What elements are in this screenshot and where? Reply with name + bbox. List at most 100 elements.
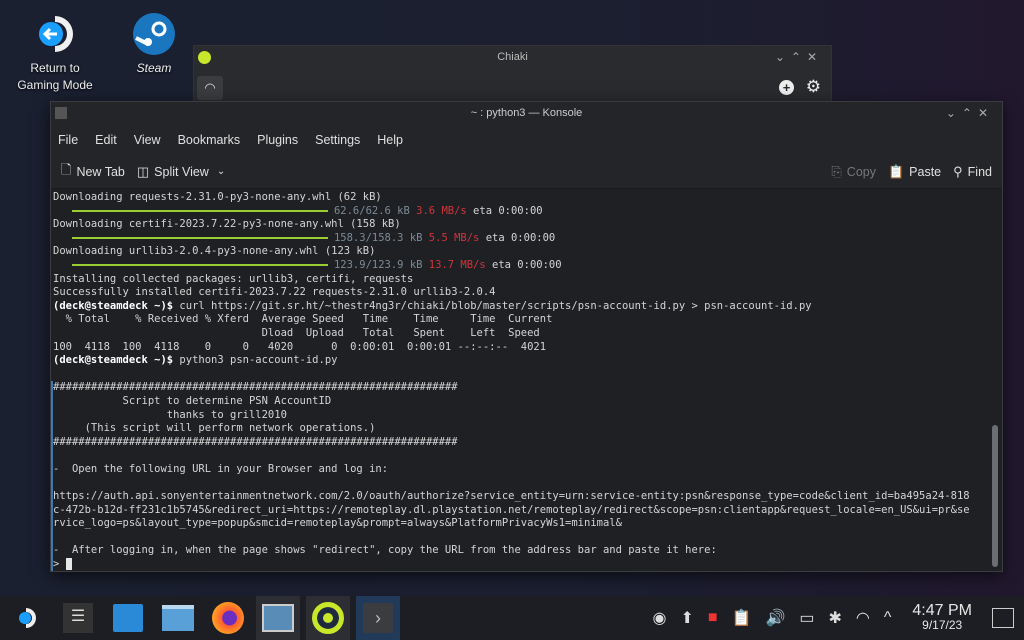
terminal-text: https://auth.api.sonyentertainmentnetwor…	[53, 490, 970, 503]
menu-settings[interactable]: Settings	[315, 133, 360, 147]
firefox-icon[interactable]	[206, 596, 250, 640]
terminal-line: ########################################…	[53, 436, 988, 450]
shell-prompt: (deck@steamdeck ~)$	[53, 354, 174, 367]
terminal-text: 123.9/123.9 kB	[333, 258, 429, 271]
paste-label: Paste	[909, 164, 942, 179]
window-title: ~ : python3 — Konsole	[470, 107, 583, 119]
terminal-line: (deck@steamdeck ~)$ curl https://git.sr.…	[53, 300, 988, 314]
chiaki-icon[interactable]	[306, 596, 350, 640]
terminal-line: % Total % Received % Xferd Average Speed…	[53, 313, 988, 327]
paste-button[interactable]: 📋 Paste	[888, 164, 941, 180]
terminal-text: eta 0:00:00	[485, 258, 562, 271]
steamos-menu-icon[interactable]	[6, 596, 50, 640]
clipboard-icon[interactable]: 📋	[732, 608, 752, 628]
shell-prompt: (deck@steamdeck ~)$	[53, 299, 174, 312]
terminal-line: 100 4118 100 4118 0 0 4020 0 0:00:01 0:0…	[53, 341, 988, 355]
terminal-line: Script to determine PSN AccountID	[53, 395, 988, 409]
menu-plugins[interactable]: Plugins	[257, 133, 298, 147]
add-host-icon[interactable]: +	[779, 80, 794, 95]
terminal-text: ########################################…	[53, 381, 458, 394]
settings-gear-icon[interactable]: ⚙	[806, 77, 821, 97]
terminal-text: Downloading certifi-2023.7.22-py3-none-a…	[53, 218, 401, 231]
scrollbar-thumb[interactable]	[992, 425, 998, 567]
terminal-text: eta 0:00:00	[479, 231, 556, 244]
terminal-line: c-472b-b12d-ff231c1b5745&redirect_uri=ht…	[53, 504, 988, 518]
terminal-output[interactable]: Downloading requests-2.31.0-py3-none-any…	[51, 189, 988, 571]
new-tab-button[interactable]: 🗋 New Tab	[61, 161, 125, 183]
file-manager-icon[interactable]	[156, 596, 200, 640]
split-view-label: Split View	[154, 164, 209, 179]
terminal-line: Dload Upload Total Spent Left Speed	[53, 327, 988, 341]
clock-time: 4:47 PM	[912, 602, 972, 619]
terminal-text: eta 0:00:00	[466, 204, 543, 217]
terminal-line: >	[53, 558, 988, 572]
chevron-down-icon: ⌄	[216, 166, 226, 177]
menu-edit[interactable]: Edit	[95, 133, 117, 147]
title-bar[interactable]: ~ : python3 — Konsole ⌄⌃✕	[51, 102, 1002, 125]
terminal-line: https://auth.api.sonyentertainmentnetwor…	[53, 490, 988, 504]
taskbar: ☰ › ◉ ⬆ ■ 📋 🔊 ▭ ✱ ◠ ^ 4:47 PM 9/17/23	[0, 596, 1024, 640]
window-controls[interactable]: ⌄⌃✕	[775, 50, 823, 64]
update-icon[interactable]: ⬆	[680, 608, 693, 628]
steam-icon	[132, 12, 176, 56]
download-progress-bar	[71, 209, 328, 212]
konsole-app-icon	[55, 107, 67, 119]
terminal-text: Downloading urllib3-2.0.4-py3-none-any.w…	[53, 245, 376, 258]
discover-store-icon[interactable]	[106, 596, 150, 640]
screen-record-icon[interactable]: ■	[708, 609, 718, 627]
steam-tray-icon[interactable]: ◉	[653, 608, 667, 628]
window-controls[interactable]: ⌄⌃✕	[946, 102, 994, 125]
wifi-discovery-button[interactable]: ◠	[197, 76, 223, 100]
terminal-text: >	[53, 558, 66, 571]
terminal-line: thanks to grill2010	[53, 409, 988, 423]
terminal-cursor	[65, 558, 72, 571]
terminal-text: thanks to grill2010	[53, 408, 287, 421]
desktop-icon-return-gaming-mode[interactable]: Return to Gaming Mode	[0, 12, 110, 94]
media-app-icon[interactable]	[256, 596, 300, 640]
search-icon: ⚲	[953, 163, 963, 179]
terminal-line: 123.9/123.9 kB 13.7 MB/s eta 0:00:00	[53, 259, 988, 273]
terminal-text: Successfully installed certifi-2023.7.22…	[53, 286, 496, 299]
scrollbar[interactable]	[988, 189, 1002, 571]
battery-icon[interactable]: ▭	[799, 608, 814, 628]
new-tab-icon: 🗋	[61, 161, 72, 177]
chiaki-window[interactable]: Chiaki ⌄⌃✕ ◠ + ⚙	[193, 45, 832, 105]
terminal-text: curl https://git.sr.ht/~thestr4ng3r/chia…	[173, 299, 812, 312]
menu-help[interactable]: Help	[377, 133, 403, 147]
system-tray: ◉ ⬆ ■ 📋 🔊 ▭ ✱ ◠ ^ 4:47 PM 9/17/23	[646, 596, 1024, 640]
copy-button[interactable]: ⎘ Copy	[831, 164, 876, 180]
terminal-line: Successfully installed certifi-2023.7.22…	[53, 286, 988, 300]
menu-bookmarks[interactable]: Bookmarks	[178, 133, 241, 147]
terminal-line: - After logging in, when the page shows …	[53, 544, 988, 558]
terminal-text: 100 4118 100 4118 0 0 4020 0 0:00:01 0:0…	[53, 340, 547, 353]
copy-icon: ⎘	[831, 163, 842, 179]
wifi-icon[interactable]: ◠	[856, 608, 870, 628]
terminal-line: - Open the following URL in your Browser…	[53, 463, 988, 477]
tray-expand-icon[interactable]: ^	[884, 609, 892, 627]
terminal-line: (This script will perform network operat…	[53, 422, 988, 436]
menu-view[interactable]: View	[134, 133, 161, 147]
terminal-text: Script to determine PSN AccountID	[53, 394, 332, 407]
find-button[interactable]: ⚲ Find	[953, 164, 992, 180]
menu-file[interactable]: File	[58, 133, 78, 147]
settings-sliders-icon[interactable]: ☰	[56, 596, 100, 640]
terminal-text: rvice_logo=ps&layout_type=popup&smcid=re…	[53, 517, 622, 530]
paste-icon: 📋	[887, 163, 905, 179]
terminal-line: rvice_logo=ps&layout_type=popup&smcid=re…	[53, 517, 988, 531]
bluetooth-icon[interactable]: ✱	[829, 608, 842, 628]
terminal-line: ########################################…	[53, 381, 988, 395]
new-tab-label: New Tab	[76, 164, 125, 179]
split-view-button[interactable]: ◫ Split View ⌄	[137, 164, 225, 180]
menu-bar: File Edit View Bookmarks Plugins Setting…	[51, 125, 1002, 155]
terminal-text: - After logging in, when the page shows …	[53, 544, 717, 557]
volume-icon[interactable]: 🔊	[765, 608, 785, 628]
konsole-icon[interactable]: ›	[356, 596, 400, 640]
konsole-window[interactable]: ~ : python3 — Konsole ⌄⌃✕ File Edit View…	[50, 101, 1003, 572]
terminal-text: ########################################…	[53, 435, 458, 448]
split-view-icon: ◫	[136, 163, 150, 179]
clock[interactable]: 4:47 PM 9/17/23	[912, 602, 972, 633]
show-desktop-button[interactable]	[992, 608, 1014, 628]
